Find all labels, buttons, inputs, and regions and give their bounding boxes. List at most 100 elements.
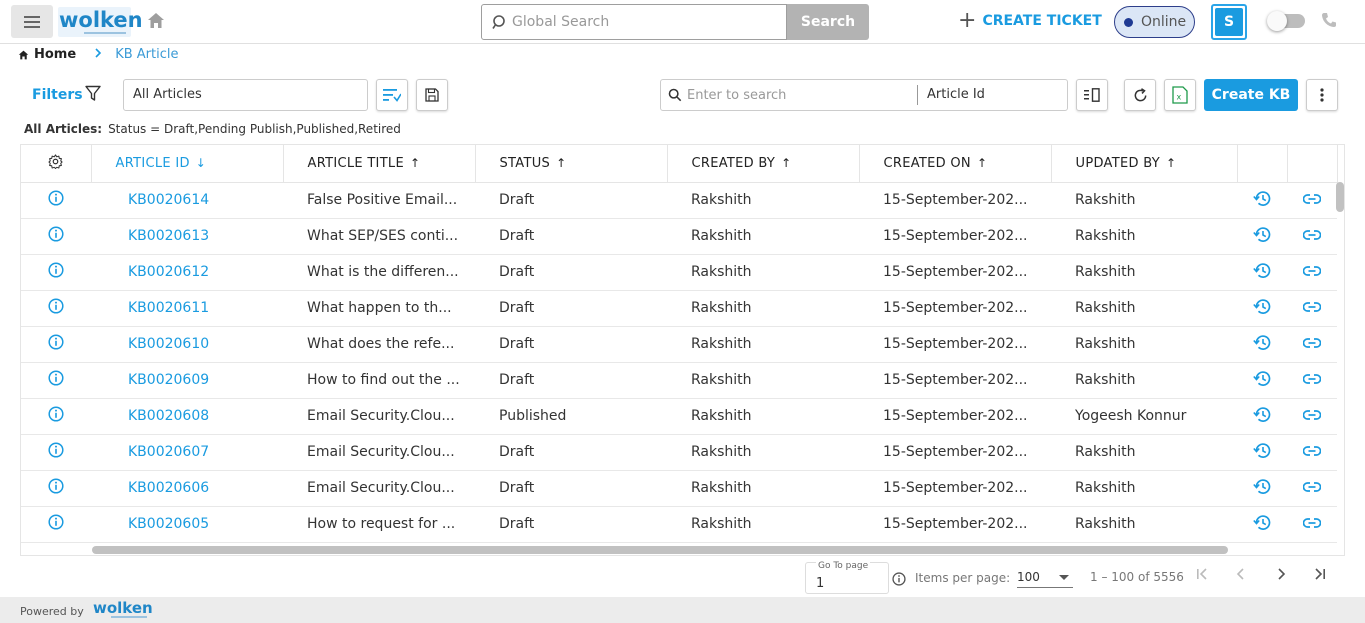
copy-link-button[interactable] (1287, 182, 1337, 219)
updated-by-cell: Rakshith (1051, 290, 1237, 327)
info-button[interactable] (21, 326, 91, 363)
vertical-scrollbar[interactable] (1336, 182, 1344, 212)
refresh-button[interactable] (1124, 79, 1156, 111)
table-row[interactable]: KB0020611 What happen to th... Draft Rak… (21, 290, 1337, 327)
table-row[interactable]: KB0020613 What SEP/SES conti... Draft Ra… (21, 218, 1337, 255)
create-kb-button[interactable]: Create KB (1204, 79, 1298, 111)
table-row[interactable]: KB0020607 Email Security.Clou... Draft R… (21, 434, 1337, 471)
table-row[interactable]: KB0020605 How to request for ... Draft R… (21, 506, 1337, 543)
article-id-link[interactable]: KB0020606 (91, 470, 283, 507)
table-row[interactable]: KB0020608 Email Security.Clou... Publish… (21, 398, 1337, 435)
info-button[interactable] (21, 182, 91, 219)
more-options-button[interactable] (1306, 79, 1338, 111)
link-icon (1302, 410, 1322, 420)
previous-page-button[interactable] (1236, 568, 1246, 584)
history-button[interactable] (1237, 290, 1287, 327)
global-search-field[interactable] (481, 4, 787, 40)
copy-link-button[interactable] (1287, 434, 1337, 471)
table-row[interactable]: KB0020609 How to find out the ... Draft … (21, 362, 1337, 399)
column-header-created-by[interactable]: CREATED BY ↑ (667, 145, 860, 183)
column-settings-header[interactable] (21, 145, 92, 183)
sort-arrow-icon: ↑ (781, 155, 792, 170)
filter-icon[interactable] (85, 85, 101, 106)
article-id-link[interactable]: KB0020610 (91, 326, 283, 363)
user-avatar-button[interactable]: S (1211, 4, 1247, 40)
info-icon (48, 298, 64, 314)
horizontal-scrollbar[interactable] (92, 546, 1228, 554)
first-page-button[interactable] (1196, 568, 1208, 584)
filters-label[interactable]: Filters (32, 87, 83, 103)
history-button[interactable] (1237, 218, 1287, 255)
save-view-button[interactable] (416, 79, 448, 111)
copy-link-button[interactable] (1287, 290, 1337, 327)
article-id-link[interactable]: KB0020613 (91, 218, 283, 255)
table-row[interactable]: KB0020606 Email Security.Clou... Draft R… (21, 470, 1337, 507)
search-field-select[interactable]: Article Id (927, 87, 985, 102)
breadcrumb-home[interactable]: Home (18, 47, 76, 62)
info-button[interactable] (21, 362, 91, 399)
copy-link-button[interactable] (1287, 326, 1337, 363)
column-header-created-on[interactable]: CREATED ON ↑ (859, 145, 1052, 183)
info-icon (48, 262, 64, 278)
global-search-button[interactable]: Search (787, 4, 869, 40)
info-button[interactable] (21, 470, 91, 507)
info-button[interactable] (21, 398, 91, 435)
copy-link-button[interactable] (1287, 254, 1337, 291)
table-row[interactable]: KB0020612 What is the differen... Draft … (21, 254, 1337, 291)
history-button[interactable] (1237, 182, 1287, 219)
global-search-input[interactable] (512, 13, 772, 31)
history-button[interactable] (1237, 398, 1287, 435)
phone-button[interactable] (1321, 12, 1337, 32)
created-on-cell: 15-September-202... (859, 434, 1051, 471)
table-row[interactable]: KB0020610 What does the refe... Draft Ra… (21, 326, 1337, 363)
column-header-article-title[interactable]: ARTICLE TITLE ↑ (283, 145, 476, 183)
column-layout-button[interactable] (1076, 79, 1108, 111)
info-icon (48, 406, 64, 422)
copy-link-button[interactable] (1287, 218, 1337, 255)
history-button[interactable] (1237, 326, 1287, 363)
create-ticket-button[interactable]: + CREATE TICKET (958, 10, 1102, 32)
view-select[interactable]: All Articles (123, 79, 368, 111)
toggle-switch[interactable] (1267, 11, 1305, 31)
sort-list-button[interactable] (376, 79, 408, 111)
info-button[interactable] (21, 434, 91, 471)
info-button[interactable] (21, 506, 91, 543)
kb-search-input[interactable] (687, 86, 907, 104)
info-button[interactable] (21, 254, 91, 291)
menu-button[interactable] (11, 5, 53, 38)
info-icon[interactable] (892, 571, 906, 590)
copy-link-button[interactable] (1287, 398, 1337, 435)
article-id-link[interactable]: KB0020607 (91, 434, 283, 471)
info-button[interactable] (21, 218, 91, 255)
last-page-button[interactable] (1314, 568, 1326, 584)
column-header-status[interactable]: STATUS ↑ (475, 145, 668, 183)
home-button[interactable] (147, 12, 165, 33)
article-id-link[interactable]: KB0020612 (91, 254, 283, 291)
column-label: UPDATED BY (1075, 155, 1160, 171)
article-id-link[interactable]: KB0020611 (91, 290, 283, 327)
items-per-page-select[interactable]: 100 (1017, 570, 1073, 588)
article-id-link[interactable]: KB0020608 (91, 398, 283, 435)
column-header-updated-by[interactable]: UPDATED BY ↑ (1051, 145, 1238, 183)
next-page-button[interactable] (1276, 568, 1286, 584)
go-to-page-input[interactable]: Go To page 1 (805, 561, 889, 594)
article-id-link[interactable]: KB0020609 (91, 362, 283, 399)
chevron-left-icon (1236, 568, 1244, 580)
history-button[interactable] (1237, 362, 1287, 399)
history-button[interactable] (1237, 254, 1287, 291)
wolken-logo[interactable]: wolken (58, 7, 143, 37)
history-button[interactable] (1237, 470, 1287, 507)
article-id-link[interactable]: KB0020605 (91, 506, 283, 543)
column-header-article-id[interactable]: ARTICLE ID ↓ (91, 145, 284, 183)
history-button[interactable] (1237, 506, 1287, 543)
info-button[interactable] (21, 290, 91, 327)
copy-link-button[interactable] (1287, 362, 1337, 399)
online-status-button[interactable]: Online (1114, 6, 1195, 38)
table-row[interactable]: KB0020614 False Positive Email... Draft … (21, 182, 1337, 219)
copy-link-button[interactable] (1287, 506, 1337, 543)
export-excel-button[interactable]: x (1164, 79, 1196, 111)
article-id-link[interactable]: KB0020614 (91, 182, 283, 219)
copy-link-button[interactable] (1287, 470, 1337, 507)
history-button[interactable] (1237, 434, 1287, 471)
kb-search-field[interactable]: Article Id (660, 79, 1068, 111)
